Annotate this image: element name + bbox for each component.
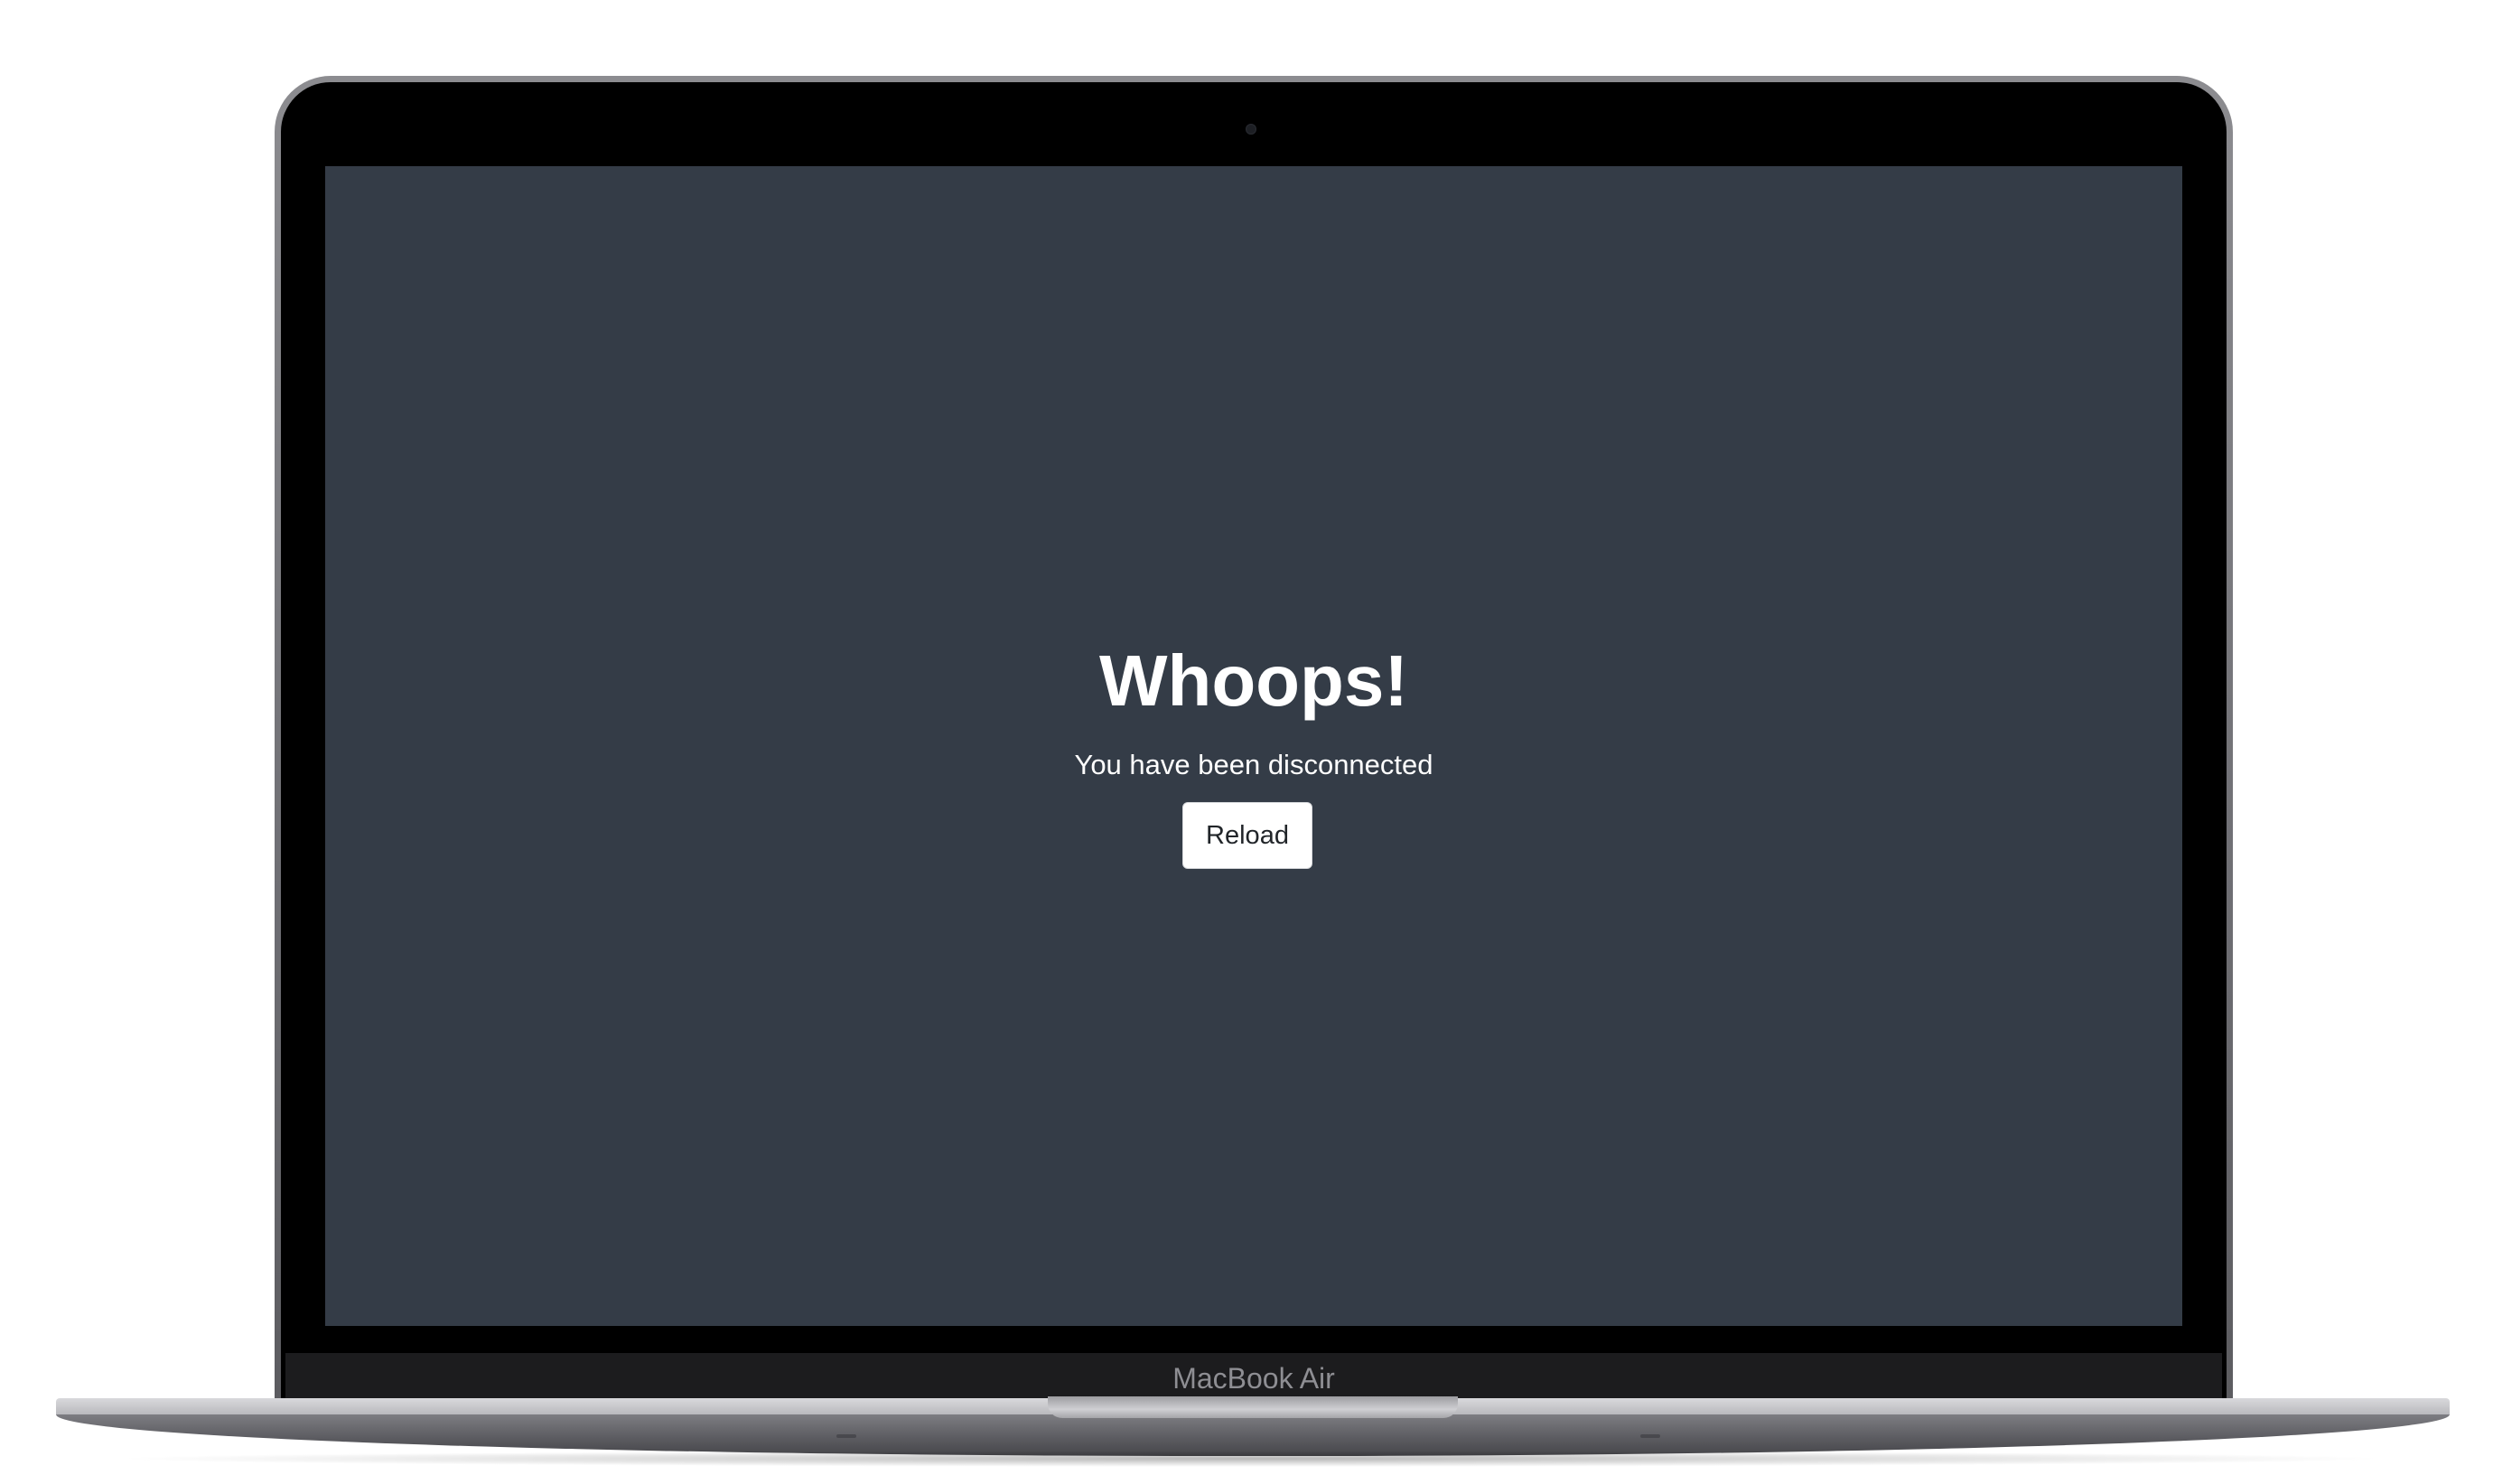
- screen: Whoops! You have been disconnected Reloa…: [325, 166, 2182, 1326]
- laptop-foot: [1640, 1434, 1660, 1438]
- reload-button[interactable]: Reload: [1182, 802, 1312, 869]
- page-title: Whoops!: [1098, 640, 1409, 721]
- lid-opening-notch: [1048, 1396, 1458, 1418]
- laptop-foot: [836, 1434, 856, 1438]
- laptop-shadow: [108, 1451, 2394, 1467]
- camera-icon: [1246, 124, 1256, 135]
- disconnected-page: Whoops! You have been disconnected Reloa…: [325, 166, 2182, 1326]
- disconnected-message: You have been disconnected: [1074, 749, 1433, 780]
- laptop-frame: Whoops! You have been disconnected Reloa…: [0, 0, 2493, 1484]
